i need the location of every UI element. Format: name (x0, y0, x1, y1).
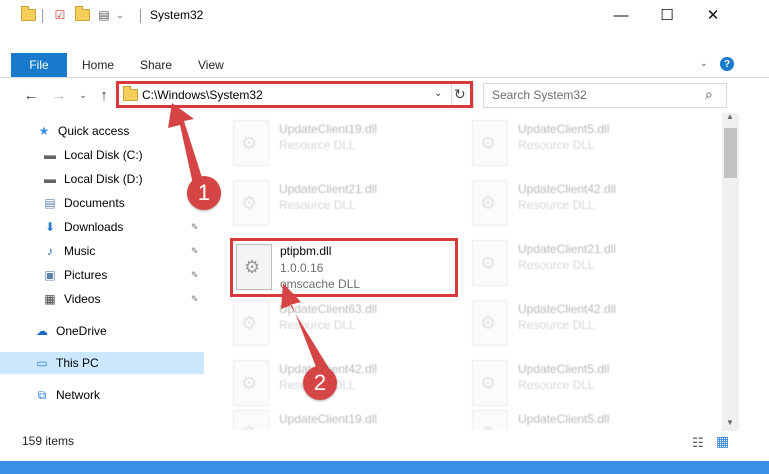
step-badge-2: 2 (303, 366, 337, 400)
file-explorer-window: ☑ ▤ ⌄ System32 — ☐ ✕ File Home Share Vie… (0, 0, 769, 461)
annotation-arrows (168, 103, 335, 385)
step-badge-1: 1 (187, 176, 221, 210)
